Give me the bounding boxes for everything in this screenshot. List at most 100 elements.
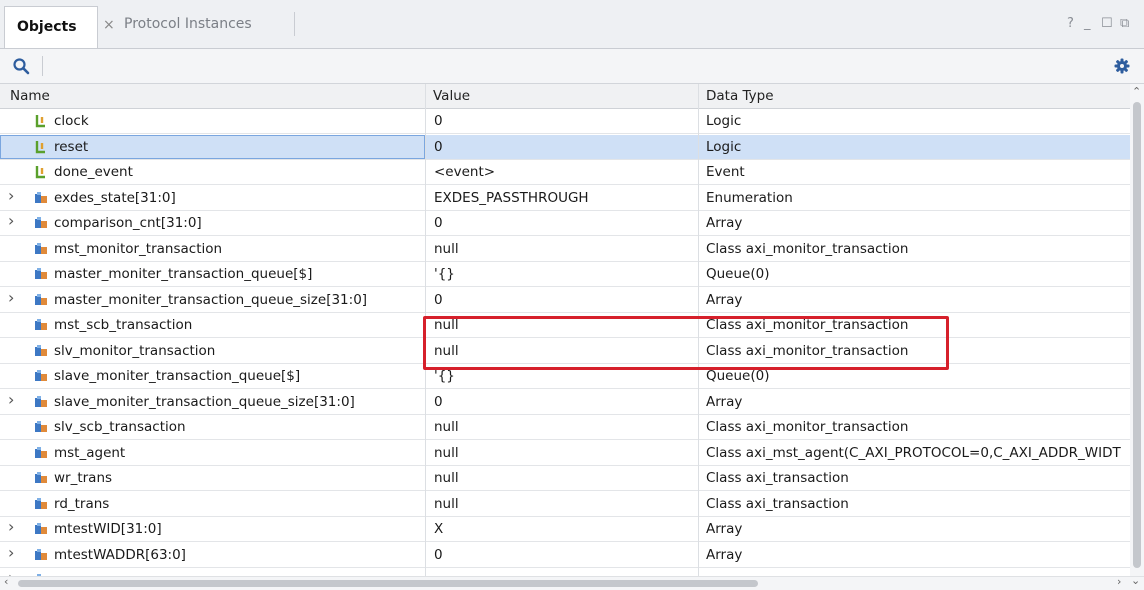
- data-type-cell: Array: [706, 291, 743, 308]
- table-row[interactable]: › mtestWADDR[63:0] 0 Array: [0, 543, 1130, 568]
- table-row[interactable]: ›: [0, 568, 1130, 576]
- value-cell[interactable]: <event>: [434, 164, 495, 180]
- value-cell[interactable]: X: [434, 521, 443, 537]
- expand-chevron-icon[interactable]: ›: [8, 288, 14, 307]
- variable-icon: [35, 344, 47, 356]
- name-cell[interactable]: slv_monitor_transaction: [0, 339, 425, 363]
- name-cell[interactable]: slv_scb_transaction: [0, 415, 425, 439]
- value-cell[interactable]: null: [434, 241, 459, 257]
- name-cell[interactable]: done_event: [0, 160, 425, 184]
- name-cell[interactable]: › comparison_cnt[31:0]: [0, 211, 425, 235]
- signal-icon: [35, 166, 45, 179]
- vertical-scrollbar[interactable]: ⌃: [1130, 84, 1144, 576]
- expand-chevron-icon[interactable]: ›: [8, 211, 14, 230]
- value-cell[interactable]: '{}: [434, 368, 455, 384]
- table-row[interactable]: clock 0 Logic: [0, 109, 1130, 134]
- object-name: slv_monitor_transaction: [54, 342, 216, 359]
- name-cell[interactable]: ›: [0, 568, 425, 576]
- table-row[interactable]: mst_agent null Class axi_mst_agent(C_AXI_P…: [0, 441, 1130, 466]
- name-cell[interactable]: reset: [0, 134, 425, 159]
- table-row[interactable]: wr_trans null Class axi_transaction: [0, 466, 1130, 491]
- value-cell[interactable]: EXDES_PASSTHROUGH: [434, 190, 589, 206]
- table-row[interactable]: › comparison_cnt[31:0] 0 Array: [0, 211, 1130, 236]
- help-icon[interactable]: ?: [1067, 16, 1074, 31]
- name-cell[interactable]: master_moniter_transaction_queue[$]: [0, 262, 425, 286]
- object-name: done_event: [54, 164, 133, 180]
- table-row[interactable]: › mtestWID[31:0] X Array: [0, 517, 1130, 542]
- object-name: clock: [54, 113, 89, 129]
- expand-chevron-icon[interactable]: ›: [8, 568, 14, 576]
- name-cell[interactable]: mst_monitor_transaction: [0, 237, 425, 261]
- variable-icon: [35, 497, 47, 509]
- name-cell[interactable]: › exdes_state[31:0]: [0, 186, 425, 210]
- data-type-cell: Logic: [706, 113, 742, 129]
- object-name: rd_trans: [54, 495, 110, 512]
- minimize-icon[interactable]: _: [1084, 16, 1091, 31]
- scroll-left-icon[interactable]: ‹: [4, 575, 8, 588]
- table-row[interactable]: › master_moniter_transaction_queue_size[3…: [0, 288, 1130, 313]
- scroll-up-icon[interactable]: ⌃: [1132, 85, 1141, 98]
- name-cell[interactable]: clock: [0, 109, 425, 133]
- expand-chevron-icon[interactable]: ›: [8, 390, 14, 409]
- variable-icon: [35, 191, 47, 203]
- value-cell[interactable]: null: [434, 445, 459, 461]
- value-cell[interactable]: null: [434, 470, 459, 486]
- value-cell[interactable]: '{}: [434, 266, 455, 282]
- table-header: Name Value Data Type: [0, 84, 1130, 109]
- variable-icon: [35, 548, 47, 560]
- object-name: mtestWID[31:0]: [54, 521, 162, 537]
- table-row[interactable]: slv_scb_transaction null Class axi_monitor…: [0, 415, 1130, 440]
- data-type-cell: Enumeration: [706, 189, 793, 206]
- expand-chevron-icon[interactable]: ›: [8, 517, 14, 536]
- maximize-icon[interactable]: ☐: [1101, 16, 1113, 31]
- object-name: mst_agent: [54, 444, 126, 461]
- value-cell[interactable]: null: [434, 419, 459, 435]
- table-row[interactable]: rd_trans null Class axi_transaction: [0, 492, 1130, 517]
- table-row[interactable]: mst_monitor_transaction null Class axi_mon…: [0, 237, 1130, 262]
- object-name: slave_moniter_transaction_queue[$]: [54, 368, 301, 384]
- name-cell[interactable]: mst_agent: [0, 441, 425, 465]
- vertical-scroll-thumb[interactable]: [1133, 102, 1141, 568]
- horizontal-scrollbar[interactable]: ‹ › ⌄: [0, 574, 1144, 590]
- column-header-name[interactable]: Name: [10, 88, 50, 104]
- gear-icon[interactable]: [1114, 58, 1130, 74]
- tab-protocol-instances[interactable]: Protocol Instances: [124, 16, 252, 32]
- table-row[interactable]: done_event <event> Event: [0, 160, 1130, 185]
- table-row[interactable]: master_moniter_transaction_queue[$] '{} Qu…: [0, 262, 1130, 287]
- name-cell[interactable]: slave_moniter_transaction_queue[$]: [0, 364, 425, 388]
- horizontal-scroll-thumb[interactable]: [18, 580, 758, 587]
- signal-icon: [35, 140, 45, 153]
- close-icon[interactable]: ×: [103, 17, 115, 33]
- value-cell[interactable]: 0: [434, 292, 443, 308]
- tab-objects[interactable]: Objects: [4, 6, 98, 48]
- value-cell[interactable]: null: [434, 496, 459, 512]
- object-name: mtestWADDR[63:0]: [54, 546, 186, 563]
- signal-icon: [35, 115, 45, 128]
- table-row[interactable]: › slave_moniter_transaction_queue_size[31…: [0, 390, 1130, 415]
- name-cell[interactable]: wr_trans: [0, 466, 425, 490]
- name-cell[interactable]: › mtestWID[31:0]: [0, 517, 425, 541]
- name-cell[interactable]: rd_trans: [0, 492, 425, 516]
- object-name: mst_monitor_transaction: [54, 240, 223, 257]
- table-row[interactable]: › exdes_state[31:0] EXDES_PASSTHROUGH Enume…: [0, 186, 1130, 211]
- data-type-cell: Class axi_monitor_transaction: [706, 419, 909, 435]
- name-cell[interactable]: › mtestWADDR[63:0]: [0, 543, 425, 567]
- name-cell[interactable]: mst_scb_transaction: [0, 313, 425, 337]
- variable-icon: [35, 523, 47, 534]
- name-cell[interactable]: › master_moniter_transaction_queue_size[3…: [0, 288, 425, 312]
- scroll-down-icon[interactable]: ⌄: [1131, 574, 1140, 587]
- search-icon[interactable]: [12, 57, 30, 75]
- name-cell[interactable]: › slave_moniter_transaction_queue_size[31…: [0, 390, 425, 414]
- value-cell[interactable]: 0: [434, 139, 443, 155]
- value-cell[interactable]: 0: [434, 215, 443, 231]
- float-icon[interactable]: ⧉: [1120, 16, 1129, 31]
- scroll-right-icon[interactable]: ›: [1117, 575, 1121, 588]
- expand-chevron-icon[interactable]: ›: [8, 543, 14, 562]
- column-header-data-type[interactable]: Data Type: [706, 88, 774, 104]
- table-row[interactable]: reset 0 Logic: [0, 134, 1130, 160]
- expand-chevron-icon[interactable]: ›: [8, 186, 14, 205]
- value-cell[interactable]: 0: [434, 113, 443, 129]
- value-cell[interactable]: 0: [434, 547, 443, 563]
- value-cell[interactable]: 0: [434, 394, 443, 410]
- column-header-value[interactable]: Value: [433, 88, 470, 104]
